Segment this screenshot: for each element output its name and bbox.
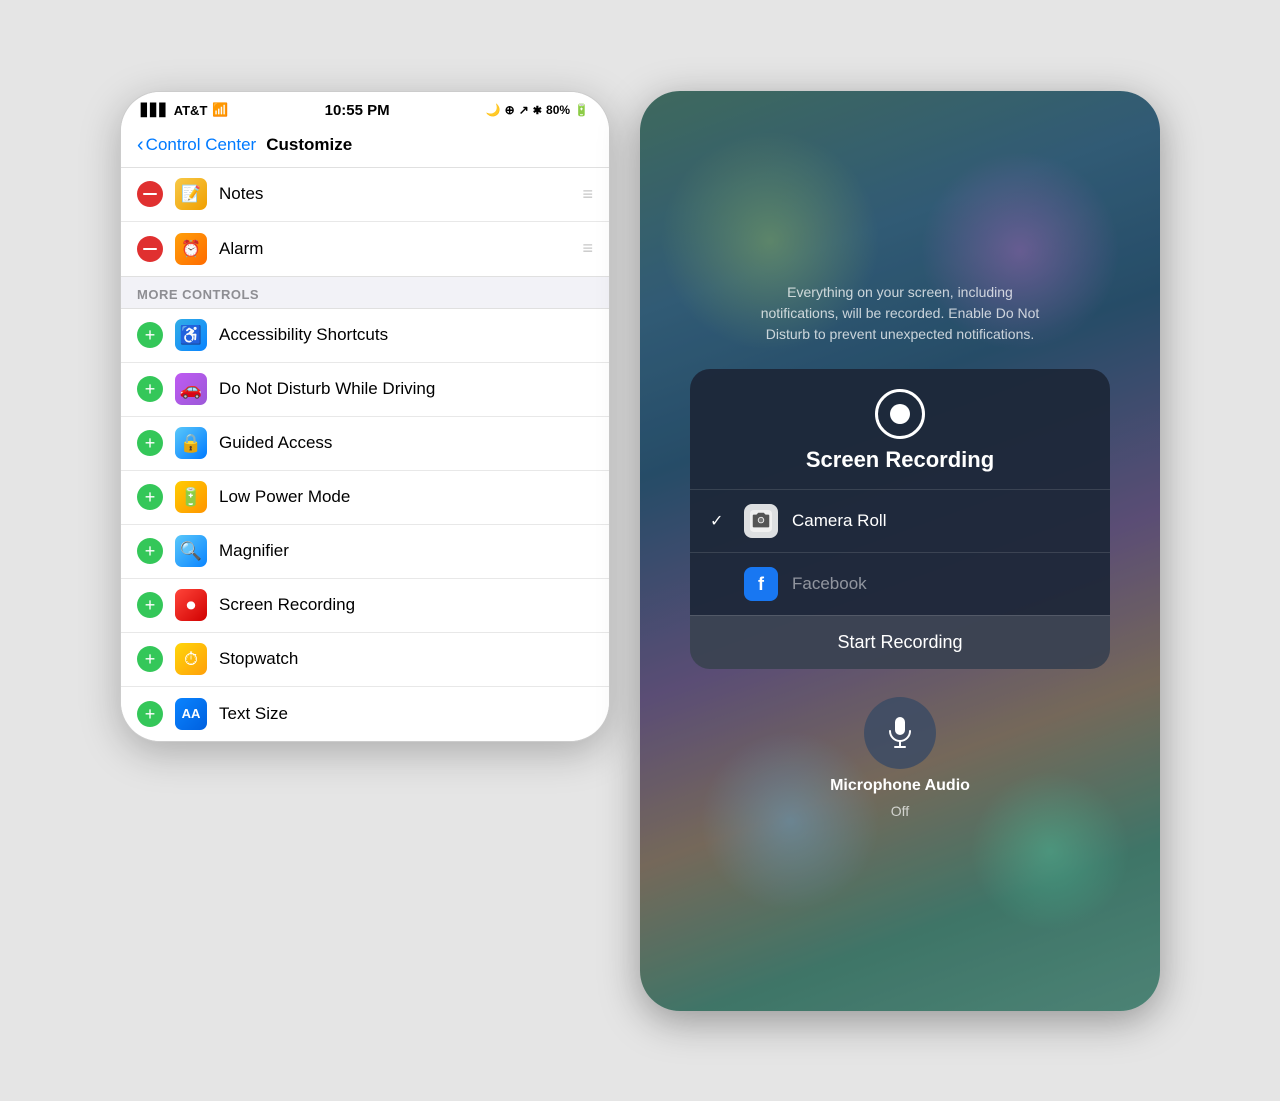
camera-roll-label: Camera Roll — [792, 511, 1090, 531]
camera-roll-icon-wrap — [744, 504, 778, 538]
screen-recording-title: Screen Recording — [806, 447, 994, 473]
notes-label: Notes — [219, 184, 582, 204]
more-controls-list: ♿ Accessibility Shortcuts 🚗 Do Not Distu… — [121, 309, 609, 741]
record-dot — [890, 404, 910, 424]
description-text: Everything on your screen, including not… — [760, 282, 1040, 345]
magnifier-icon: 🔍 — [175, 535, 207, 567]
low-power-icon: 🔋 — [175, 481, 207, 513]
status-right: 🌙 ⊕ ↗ ✱ 80% 🔋 — [486, 103, 589, 117]
add-screen-recording-button[interactable] — [137, 592, 163, 618]
accessibility-label: Accessibility Shortcuts — [219, 325, 593, 345]
list-item[interactable]: AA Text Size — [121, 687, 609, 741]
add-text-size-button[interactable] — [137, 701, 163, 727]
stopwatch-icon: ⏱ — [175, 643, 207, 675]
accessibility-icon: ♿ — [175, 319, 207, 351]
carrier-label: AT&T — [174, 103, 208, 118]
remove-notes-button[interactable] — [137, 181, 163, 207]
more-controls-header: MORE CONTROLS — [121, 276, 609, 309]
stopwatch-label: Stopwatch — [219, 649, 593, 669]
text-size-icon: AA — [175, 698, 207, 730]
arrow-icon: ↗ — [519, 103, 529, 117]
facebook-f-icon: f — [758, 574, 764, 595]
add-magnifier-button[interactable] — [137, 538, 163, 564]
status-bar: ▋▋▋ AT&T 📶 10:55 PM 🌙 ⊕ ↗ ✱ 80% 🔋 — [121, 92, 609, 124]
notes-icon: 📝 — [175, 178, 207, 210]
back-label: Control Center — [146, 135, 257, 155]
facebook-icon-wrap: f — [744, 567, 778, 601]
location-icon: ⊕ — [505, 103, 515, 117]
add-dnd-driving-button[interactable] — [137, 376, 163, 402]
list-item[interactable]: 🔍 Magnifier — [121, 525, 609, 579]
battery-label: 80% — [546, 103, 570, 117]
popup-header: Screen Recording — [690, 369, 1110, 489]
add-guided-access-button[interactable] — [137, 430, 163, 456]
facebook-label: Facebook — [792, 574, 1090, 594]
text-size-label: Text Size — [219, 704, 593, 724]
microphone-button[interactable] — [864, 697, 936, 769]
list-item[interactable]: 📝 Notes ≡ — [121, 168, 609, 222]
guided-access-icon: 🔒 — [175, 427, 207, 459]
included-list: 📝 Notes ≡ ⏰ Alarm ≡ — [121, 168, 609, 276]
add-low-power-button[interactable] — [137, 484, 163, 510]
low-power-label: Low Power Mode — [219, 487, 593, 507]
alarm-label: Alarm — [219, 239, 582, 259]
screen-recording-popup: Screen Recording ✓ Camera Roll — [690, 369, 1110, 669]
camera-roll-option[interactable]: ✓ Camera Roll — [690, 489, 1110, 552]
status-time: 10:55 PM — [229, 102, 486, 119]
screen-recording-icon: ⏺ — [175, 589, 207, 621]
iphone-right-panel: Everything on your screen, including not… — [640, 91, 1160, 1011]
camera-icon — [750, 510, 772, 532]
list-item[interactable]: ⏰ Alarm ≡ — [121, 222, 609, 276]
wifi-icon: 📶 — [212, 102, 228, 118]
guided-access-label: Guided Access — [219, 433, 593, 453]
list-item[interactable]: ⏱ Stopwatch — [121, 633, 609, 687]
moon-icon: 🌙 — [486, 103, 501, 117]
magnifier-label: Magnifier — [219, 541, 593, 561]
page-title: Customize — [266, 135, 352, 155]
list-item[interactable]: 🔋 Low Power Mode — [121, 471, 609, 525]
drag-handle[interactable]: ≡ — [582, 184, 593, 205]
list-item[interactable]: ⏺ Screen Recording — [121, 579, 609, 633]
drag-handle[interactable]: ≡ — [582, 238, 593, 259]
list-item[interactable]: 🚗 Do Not Disturb While Driving — [121, 363, 609, 417]
microphone-label: Microphone Audio — [830, 777, 970, 795]
signal-icon: ▋▋▋ — [141, 103, 169, 117]
battery-icon: 🔋 — [574, 103, 589, 117]
add-accessibility-button[interactable] — [137, 322, 163, 348]
alarm-icon: ⏰ — [175, 233, 207, 265]
microphone-section[interactable]: Microphone Audio Off — [830, 697, 970, 819]
checkmark-icon: ✓ — [710, 511, 730, 531]
start-recording-button[interactable]: Start Recording — [690, 615, 1110, 669]
right-content: Everything on your screen, including not… — [640, 91, 1160, 1011]
screen-recording-label: Screen Recording — [219, 595, 593, 615]
bluetooth-icon: ✱ — [533, 104, 542, 117]
dnd-driving-icon: 🚗 — [175, 373, 207, 405]
back-button[interactable]: ‹ Control Center — [137, 134, 256, 157]
chevron-left-icon: ‹ — [137, 134, 144, 157]
remove-alarm-button[interactable] — [137, 236, 163, 262]
microphone-icon — [885, 715, 915, 751]
list-item[interactable]: 🔒 Guided Access — [121, 417, 609, 471]
record-icon — [875, 389, 925, 439]
list-item[interactable]: ♿ Accessibility Shortcuts — [121, 309, 609, 363]
start-recording-label: Start Recording — [837, 632, 962, 652]
microphone-status: Off — [891, 803, 909, 819]
nav-bar: ‹ Control Center Customize — [121, 124, 609, 168]
facebook-option[interactable]: ✓ f Facebook — [690, 552, 1110, 615]
add-stopwatch-button[interactable] — [137, 646, 163, 672]
dnd-driving-label: Do Not Disturb While Driving — [219, 379, 593, 399]
status-left: ▋▋▋ AT&T 📶 — [141, 102, 229, 118]
iphone-settings-panel: ▋▋▋ AT&T 📶 10:55 PM 🌙 ⊕ ↗ ✱ 80% 🔋 ‹ Cont… — [120, 91, 610, 742]
